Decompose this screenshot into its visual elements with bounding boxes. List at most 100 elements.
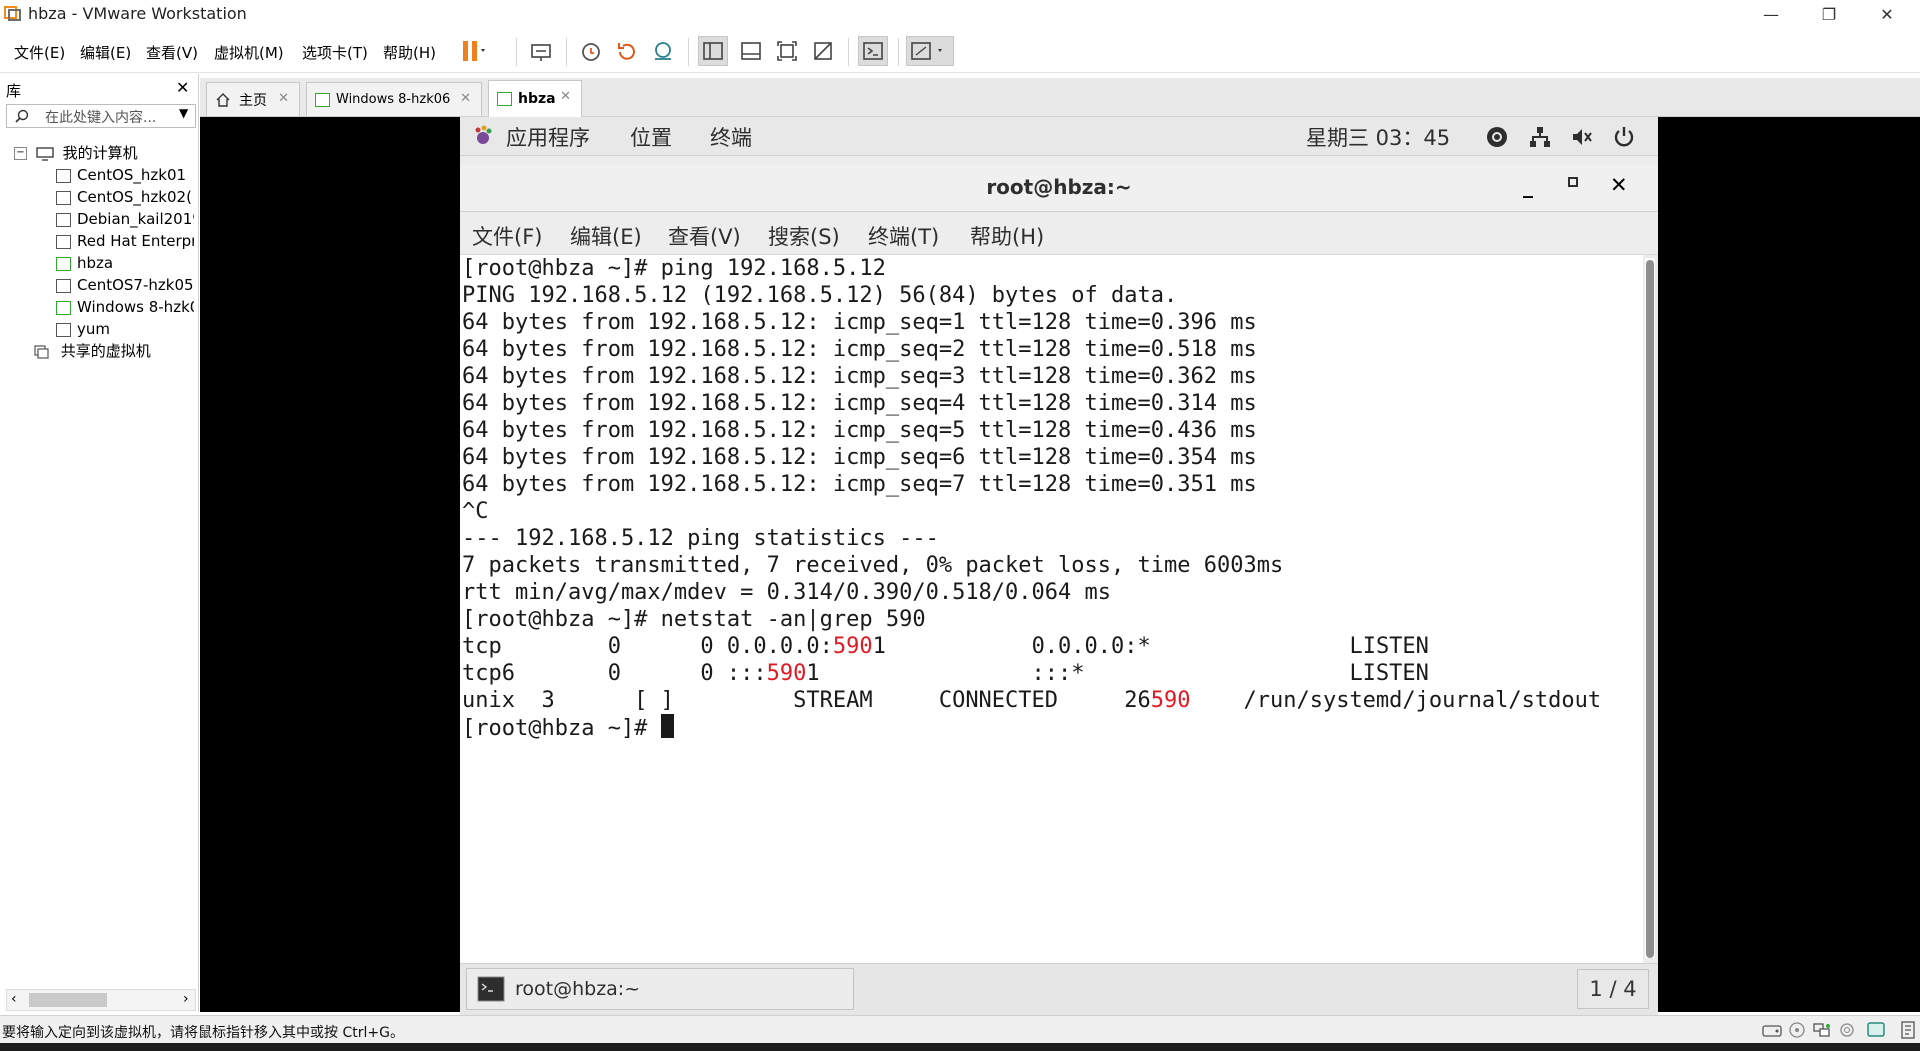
terminal-scrollbar[interactable] <box>1645 258 1655 958</box>
snapshot-manager-button[interactable] <box>648 36 678 66</box>
full-screen-button[interactable] <box>772 36 802 66</box>
terminal-line: 64 bytes from 192.168.5.12: icmp_seq=6 t… <box>462 445 1257 470</box>
menu-view[interactable]: 查看(V) <box>146 42 198 63</box>
tree-vm-item[interactable]: CentOS7-hzk05 <box>56 275 194 295</box>
menu-edit[interactable]: 编辑(E) <box>80 42 131 63</box>
terminal-menubar: 文件(F) 编辑(E) 查看(V) 搜索(S) 终端(T) 帮助(H) <box>460 212 1658 255</box>
terminal-prompt-line[interactable]: [root@hbza ~]# <box>462 714 674 742</box>
gnome-terminal-menu[interactable]: 终端 <box>710 122 752 152</box>
menu-file[interactable]: 文件(E) <box>14 42 65 63</box>
window-title: hbza - VMware Workstation <box>28 4 247 23</box>
host-taskbar-strip <box>0 1043 1920 1051</box>
window-titlebar: hbza - VMware Workstation — ❐ ✕ <box>0 0 1920 28</box>
scroll-left-icon[interactable]: ‹ <box>11 991 17 1007</box>
snapshot-button[interactable] <box>576 36 606 66</box>
terminal-menu-view[interactable]: 查看(V) <box>668 221 741 251</box>
terminal-line: PING 192.168.5.12 (192.168.5.12) 56(84) … <box>462 283 1178 308</box>
network-adapter-icon[interactable] <box>1812 1022 1832 1038</box>
volume-muted-icon[interactable] <box>1570 125 1594 149</box>
snapshot-manager-icon <box>655 42 671 60</box>
tree-vm-item-running[interactable]: hbza <box>56 253 113 273</box>
terminal-close-button[interactable]: ✕ <box>1610 173 1628 197</box>
tree-vm-item[interactable]: CentOS_hzk02( <box>56 187 194 207</box>
scroll-thumb[interactable] <box>29 993 107 1007</box>
tab-close-icon[interactable]: ✕ <box>278 91 289 106</box>
stretch-guest-button[interactable] <box>906 36 954 66</box>
terminal-menu-terminal[interactable]: 终端(T) <box>868 221 939 251</box>
terminal-maximize-button[interactable] <box>1568 177 1578 187</box>
vm-icon <box>56 168 71 183</box>
terminal-menu-search[interactable]: 搜索(S) <box>768 221 840 251</box>
scroll-thumb[interactable] <box>1646 260 1654 958</box>
gnome-clock[interactable]: 星期三 03：45 <box>1306 122 1450 152</box>
cd-dvd-icon[interactable] <box>1788 1022 1806 1038</box>
terminal-line: 64 bytes from 192.168.5.12: icmp_seq=1 t… <box>462 310 1257 335</box>
terminal-line: [root@hbza ~]# ping 192.168.5.12 <box>462 256 886 281</box>
sound-card-icon[interactable] <box>1866 1021 1888 1039</box>
terminal-line: ^C <box>462 499 489 524</box>
terminal-menu-help[interactable]: 帮助(H) <box>970 221 1044 251</box>
tree-vm-item-running[interactable]: Windows 8-hzk0 <box>56 297 194 317</box>
send-keys-icon <box>531 44 551 61</box>
collapse-toggle-icon[interactable]: − <box>14 147 27 160</box>
close-window-button[interactable]: ✕ <box>1858 0 1916 28</box>
tab-windows8-hzk06[interactable]: Windows 8-hzk06 ✕ <box>306 82 482 116</box>
unity-mode-button[interactable] <box>808 36 838 66</box>
library-close-button[interactable]: ✕ <box>176 78 189 97</box>
scroll-right-icon[interactable]: › <box>183 991 189 1007</box>
library-horizontal-scrollbar[interactable]: ‹ › <box>6 989 196 1011</box>
accessibility-icon[interactable] <box>1485 125 1509 149</box>
vm-icon <box>56 234 71 249</box>
send-ctrl-alt-del-button[interactable] <box>526 36 556 66</box>
message-log-icon[interactable] <box>1900 1020 1916 1040</box>
tree-vm-item[interactable]: Red Hat Enterpri <box>56 231 194 251</box>
tab-hbza[interactable]: hbza ✕ <box>488 80 582 117</box>
show-library-button[interactable] <box>698 36 728 66</box>
vm-icon <box>56 278 71 293</box>
menu-help[interactable]: 帮助(H) <box>383 42 436 63</box>
hard-disk-icon[interactable] <box>1762 1022 1782 1038</box>
netstat-row: tcp 0 0 0.0.0.0:5901 0.0.0.0:* LISTEN <box>462 634 1429 659</box>
tree-vm-item[interactable]: CentOS_hzk01 <box>56 165 186 185</box>
tab-close-icon[interactable]: ✕ <box>460 91 471 106</box>
vm-running-icon <box>56 256 71 271</box>
pause-button[interactable] <box>458 36 488 66</box>
tree-root-my-computer[interactable]: − 我的计算机 <box>14 143 138 163</box>
terminal-menu-edit[interactable]: 编辑(E) <box>570 221 642 251</box>
terminal-menu-file[interactable]: 文件(F) <box>472 221 542 251</box>
minimize-button[interactable]: — <box>1742 0 1800 28</box>
network-icon[interactable] <box>1528 125 1552 149</box>
tree-vm-item[interactable]: yum <box>56 319 110 339</box>
vm-icon <box>56 322 71 337</box>
workspace-pager[interactable]: 1 / 4 <box>1577 969 1649 1009</box>
tree-root-label: 我的计算机 <box>62 144 138 162</box>
gnome-applications-menu[interactable]: 应用程序 <box>506 122 590 152</box>
library-search-input[interactable]: 在此处键入内容... ▼ <box>6 104 196 128</box>
stretch-icon <box>911 42 942 60</box>
restore-button[interactable]: ❐ <box>1800 0 1858 28</box>
chevron-down-icon[interactable]: ▼ <box>179 106 188 120</box>
power-icon[interactable] <box>1612 125 1636 149</box>
show-thumbnail-bar-button[interactable] <box>736 36 766 66</box>
terminal-output[interactable]: [root@hbza ~]# ping 192.168.5.12 PING 19… <box>460 255 1643 963</box>
console-view-button[interactable] <box>858 36 888 66</box>
gnome-places-menu[interactable]: 位置 <box>630 122 672 152</box>
menu-tabs[interactable]: 选项卡(T) <box>302 42 368 63</box>
thumbnail-layout-icon <box>741 42 761 60</box>
tree-shared-vms[interactable]: 共享的虚拟机 <box>34 341 151 361</box>
grep-match: 590 <box>1150 688 1191 713</box>
terminal-minimize-button[interactable]: _ <box>1523 174 1533 198</box>
tab-home[interactable]: 主页 ✕ <box>206 82 300 116</box>
revert-snapshot-button[interactable] <box>612 36 642 66</box>
sidebar-layout-icon <box>703 42 723 60</box>
tab-close-icon[interactable]: ✕ <box>560 89 571 104</box>
terminal-title: root@hbza:~ <box>986 175 1132 199</box>
console-icon <box>863 42 883 60</box>
window-list-item-terminal[interactable]: root@hbza:~ <box>466 968 854 1010</box>
menu-vm[interactable]: 虚拟机(M) <box>214 42 284 63</box>
terminal-line: 64 bytes from 192.168.5.12: icmp_seq=7 t… <box>462 472 1257 497</box>
window-list-label: root@hbza:~ <box>515 978 641 1000</box>
vm-running-icon <box>56 300 71 315</box>
tree-vm-item[interactable]: Debian_kail2019 <box>56 209 194 229</box>
usb-device-icon[interactable] <box>1838 1022 1856 1038</box>
